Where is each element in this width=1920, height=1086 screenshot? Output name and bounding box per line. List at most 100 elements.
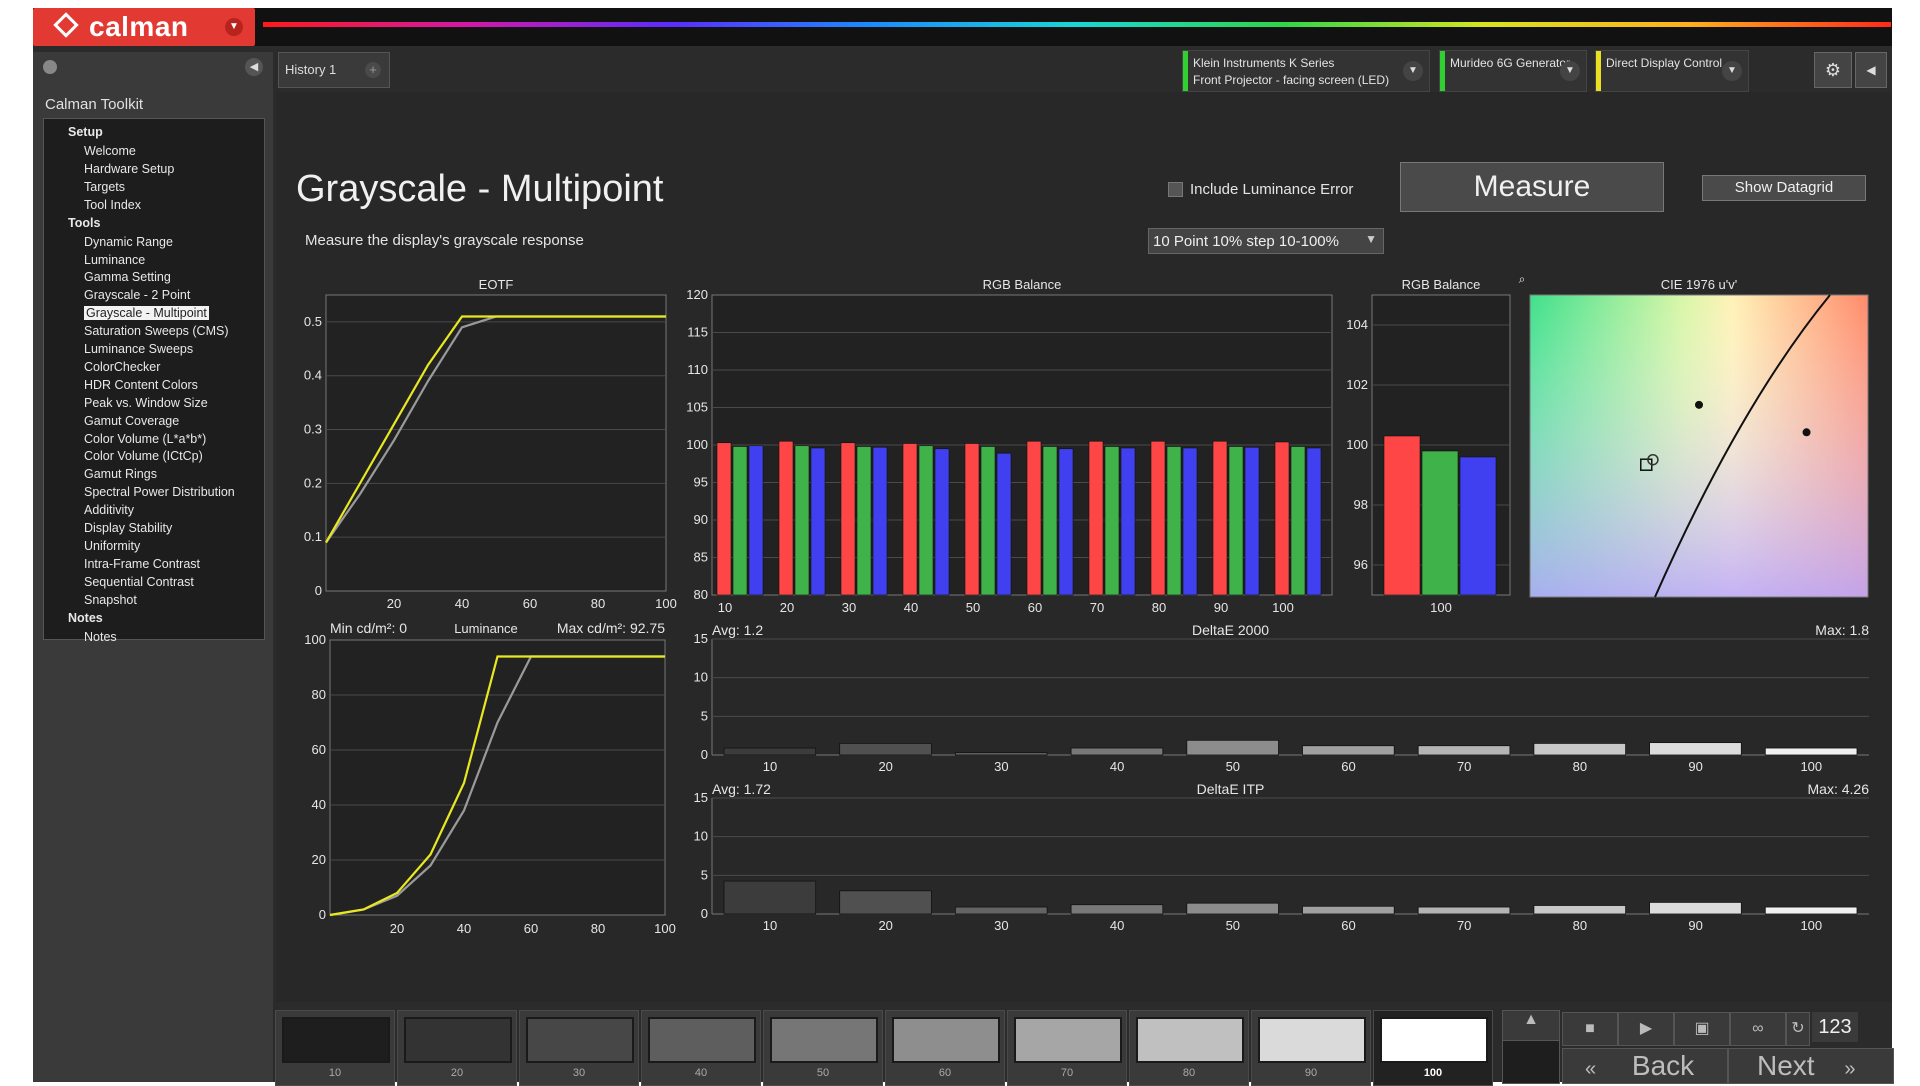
pattern-swatch[interactable]: 50	[763, 1010, 883, 1086]
tree-item[interactable]: Snapshot	[84, 593, 137, 607]
tree-item[interactable]: Grayscale - 2 Point	[84, 288, 190, 302]
tree-item[interactable]: Uniformity	[84, 539, 140, 553]
tree-item[interactable]: Color Volume (L*a*b*)	[84, 432, 206, 446]
add-tab-icon[interactable]: +	[365, 62, 381, 78]
pattern-select[interactable]: 10 Point 10% step 10-100% ▼	[1148, 228, 1384, 254]
pattern-up-icon[interactable]: ▲	[1502, 1010, 1560, 1042]
device-meter[interactable]: Klein Instruments K Series Front Projecto…	[1182, 50, 1430, 92]
tree-item[interactable]: Color Volume (ICtCp)	[84, 449, 203, 463]
swatch-label: 50	[816, 1067, 830, 1079]
device-display[interactable]: Direct Display Control ▼	[1595, 50, 1749, 92]
swatch-label: 30	[572, 1067, 586, 1079]
device-generator[interactable]: Murideo 6G Generator ▼	[1439, 50, 1587, 92]
toolkit-title: Calman Toolkit	[45, 96, 144, 113]
back-label: Back	[1631, 1050, 1695, 1081]
stop-icon[interactable]: ■	[1562, 1012, 1618, 1046]
gear-icon[interactable]: ⚙	[1814, 52, 1852, 88]
include-luminance-label: Include Luminance Error	[1190, 181, 1354, 198]
calman-logo-icon	[53, 12, 79, 38]
tree-item[interactable]: Gamma Setting	[84, 270, 171, 284]
swatch-label: 10	[328, 1067, 342, 1079]
device-status-bar	[1596, 51, 1601, 91]
swatch-color	[282, 1017, 390, 1063]
swatch-color	[648, 1017, 756, 1063]
tree-item[interactable]: Luminance Sweeps	[84, 342, 193, 356]
tree-item[interactable]: Gamut Coverage	[84, 414, 179, 428]
swatch-color	[526, 1017, 634, 1063]
pattern-preview[interactable]	[1502, 1040, 1560, 1084]
swatch-label: 60	[938, 1067, 952, 1079]
play-icon[interactable]: ▶	[1618, 1012, 1674, 1046]
next-button[interactable]: Next »	[1728, 1048, 1894, 1084]
status-dot-icon	[43, 60, 57, 74]
top-bar: calman ▼	[33, 8, 1892, 46]
swatch-label: 90	[1304, 1067, 1318, 1079]
tree-group-notes[interactable]: Notes	[68, 611, 103, 625]
device-text: Murideo 6G Generator	[1450, 56, 1571, 70]
pattern-swatch[interactable]: 20	[397, 1010, 517, 1086]
tree-item[interactable]: Peak vs. Window Size	[84, 396, 208, 410]
swatch-label: 20	[450, 1067, 464, 1079]
refresh-icon[interactable]: ↻	[1786, 1012, 1810, 1046]
chevron-down-icon[interactable]: ▼	[1722, 61, 1742, 81]
swatch-label: 40	[694, 1067, 708, 1079]
tree-item[interactable]: Display Stability	[84, 521, 172, 535]
main-panel	[276, 92, 1892, 1002]
page-title: Grayscale - Multipoint	[296, 168, 664, 210]
pattern-swatch[interactable]: 40	[641, 1010, 761, 1086]
device-text: Klein Instruments K Series Front Projecto…	[1193, 56, 1390, 87]
tab-history-1[interactable]: History 1 +	[278, 52, 390, 88]
tree-item[interactable]: Hardware Setup	[84, 162, 174, 176]
pattern-swatch[interactable]: 10	[275, 1010, 395, 1086]
show-datagrid-button[interactable]: Show Datagrid	[1702, 175, 1866, 201]
calman-menu-button[interactable]: calman ▼	[33, 8, 255, 46]
tree-item[interactable]: Spectral Power Distribution	[84, 485, 235, 499]
next-label: Next	[1757, 1050, 1815, 1081]
pattern-swatch[interactable]: 70	[1007, 1010, 1127, 1086]
chevron-down-icon[interactable]: ▼	[1560, 61, 1580, 81]
tree-item[interactable]: Saturation Sweeps (CMS)	[84, 324, 229, 338]
collapse-left-icon[interactable]: ◀	[245, 58, 263, 76]
tree-item[interactable]: Dynamic Range	[84, 235, 173, 249]
tree-item[interactable]: Sequential Contrast	[84, 575, 194, 589]
pattern-swatch[interactable]: 60	[885, 1010, 1005, 1086]
pattern-swatch[interactable]: 100	[1373, 1010, 1493, 1086]
chevron-down-icon[interactable]: ▼	[1403, 61, 1423, 81]
tree-item[interactable]: Intra-Frame Contrast	[84, 557, 200, 571]
tree-group-tools[interactable]: Tools	[68, 216, 100, 230]
pattern-swatch[interactable]: 80	[1129, 1010, 1249, 1086]
tree-item[interactable]: HDR Content Colors	[84, 378, 198, 392]
tree-item[interactable]: Notes	[84, 630, 117, 644]
swatch-label: 100	[1423, 1067, 1443, 1079]
chevron-down-icon: ▼	[1365, 232, 1377, 246]
tree-item[interactable]: Luminance	[84, 253, 145, 267]
swatch-color	[770, 1017, 878, 1063]
tab-label: History 1	[285, 62, 337, 77]
include-luminance-checkbox[interactable]	[1168, 182, 1183, 197]
next-arrow-icon: »	[1844, 1058, 1856, 1080]
tree-item[interactable]: Additivity	[84, 503, 134, 517]
tree-item[interactable]: ColorChecker	[84, 360, 160, 374]
left-panel: ◀ Calman Toolkit Setup Welcome Hardware Se…	[33, 52, 273, 1082]
back-button[interactable]: « Back	[1562, 1048, 1728, 1084]
swatch-color	[1014, 1017, 1122, 1063]
pattern-swatch[interactable]: 90	[1251, 1010, 1371, 1086]
swatch-label: 70	[1060, 1067, 1074, 1079]
pattern-select-value: 10 Point 10% step 10-100%	[1153, 233, 1339, 250]
swatch-color	[404, 1017, 512, 1063]
tree-item[interactable]: Targets	[84, 180, 125, 194]
collapse-right-icon[interactable]: ◀	[1855, 52, 1887, 88]
pattern-swatch[interactable]: 30	[519, 1010, 639, 1086]
save-icon[interactable]: ▣	[1674, 1012, 1730, 1046]
swatch-color	[1258, 1017, 1366, 1063]
tree-item[interactable]: Grayscale - Multipoint	[84, 306, 209, 321]
tree-item[interactable]: Welcome	[84, 144, 136, 158]
measure-button[interactable]: Measure	[1400, 162, 1664, 212]
chevron-down-icon[interactable]: ▼	[225, 18, 243, 36]
page-subtitle: Measure the display's grayscale response	[305, 232, 584, 249]
tree-item[interactable]: Tool Index	[84, 198, 141, 212]
logo-text: calman	[89, 11, 189, 42]
tree-group-setup[interactable]: Setup	[68, 125, 103, 139]
tree-item[interactable]: Gamut Rings	[84, 467, 157, 481]
loop-icon[interactable]: ∞	[1730, 1012, 1786, 1046]
